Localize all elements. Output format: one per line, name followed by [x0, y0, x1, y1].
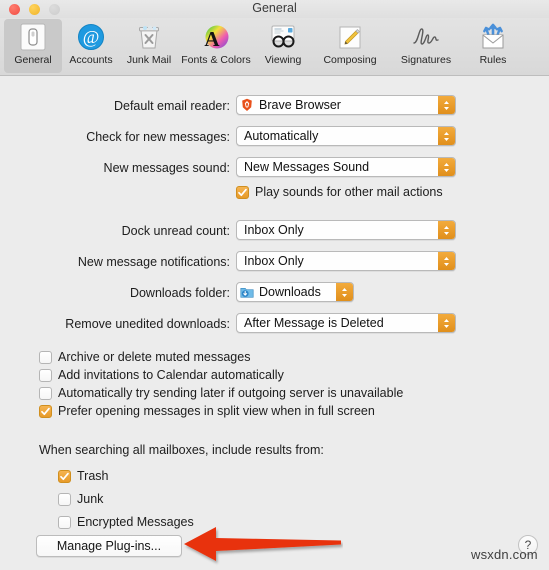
- signatures-icon: [409, 22, 443, 52]
- dock-unread-count-value: Inbox Only: [244, 223, 304, 237]
- toolbar-item-junk-mail[interactable]: Junk Mail: [120, 19, 178, 73]
- toolbar-item-general-label: General: [14, 54, 52, 66]
- accounts-at-icon: @: [74, 22, 108, 52]
- composing-icon: [333, 22, 367, 52]
- play-sounds-checkbox[interactable]: [236, 185, 249, 199]
- option-split-view-checkbox[interactable]: [39, 404, 52, 418]
- toolbar-item-accounts-label: Accounts: [69, 54, 113, 66]
- toolbar-item-fonts-colors[interactable]: A Fonts & Colors: [178, 19, 254, 73]
- play-sounds-label: Play sounds for other mail actions: [255, 185, 443, 199]
- junk-mail-icon: [132, 22, 166, 52]
- downloads-folder-icon: [240, 286, 254, 299]
- default-email-reader-select[interactable]: Brave Browser: [236, 95, 456, 115]
- new-message-notifications-value: Inbox Only: [244, 254, 304, 268]
- row-check-new-messages: Check for new messages: Automatically: [0, 126, 549, 148]
- window-title: General: [252, 1, 297, 15]
- fonts-colors-icon: A: [199, 22, 233, 52]
- remove-unedited-downloads-value: After Message is Deleted: [244, 316, 384, 330]
- row-new-messages-sound: New messages sound: New Messages Sound: [0, 157, 549, 179]
- row-default-email-reader: Default email reader: Brave Browser: [0, 95, 549, 117]
- option-archive-muted-checkbox[interactable]: [39, 350, 52, 364]
- preferences-content: Default email reader: Brave Browser Chec…: [0, 76, 549, 570]
- preferences-toolbar: General @ Accounts Junk Mail A Fonts & C…: [0, 18, 549, 76]
- viewing-icon: [266, 22, 300, 52]
- new-message-notifications-select[interactable]: Inbox Only: [236, 251, 456, 271]
- search-junk-label: Junk: [77, 492, 104, 506]
- brave-browser-icon: [240, 98, 254, 112]
- chevron-updown-icon[interactable]: [438, 221, 455, 239]
- check-new-messages-value: Automatically: [244, 129, 319, 143]
- svg-text:A: A: [204, 27, 220, 51]
- row-remove-unedited-downloads: Remove unedited downloads: After Message…: [0, 313, 549, 335]
- downloads-folder-select[interactable]: Downloads: [236, 282, 354, 302]
- remove-unedited-downloads-label: Remove unedited downloads:: [65, 317, 230, 331]
- chevron-updown-icon[interactable]: [438, 158, 455, 176]
- search-trash-checkbox[interactable]: [58, 469, 71, 483]
- toolbar-item-viewing-label: Viewing: [264, 54, 302, 66]
- row-downloads-folder: Downloads folder: Downloads: [0, 282, 549, 304]
- default-email-reader-value: Brave Browser: [259, 98, 341, 112]
- toolbar-item-fonts-colors-label: Fonts & Colors: [181, 54, 251, 66]
- toolbar-item-general[interactable]: General: [4, 19, 62, 73]
- option-add-invitations-label: Add invitations to Calendar automaticall…: [58, 368, 284, 382]
- preferences-window: General General @ Accounts Junk Mail A F…: [0, 0, 549, 570]
- option-archive-muted-row[interactable]: Archive or delete muted messages: [39, 348, 250, 366]
- search-encrypted-checkbox[interactable]: [58, 515, 71, 529]
- check-new-messages-label: Check for new messages:: [86, 130, 230, 144]
- toolbar-item-signatures[interactable]: Signatures: [388, 19, 464, 73]
- dock-unread-count-select[interactable]: Inbox Only: [236, 220, 456, 240]
- search-encrypted-label: Encrypted Messages: [77, 515, 194, 529]
- toolbar-item-composing[interactable]: Composing: [312, 19, 388, 73]
- search-encrypted-row[interactable]: Encrypted Messages: [58, 513, 194, 531]
- search-trash-row[interactable]: Trash: [58, 467, 109, 485]
- general-icon: [16, 22, 50, 52]
- new-message-notifications-label: New message notifications:: [77, 255, 230, 269]
- default-email-reader-label: Default email reader:: [113, 99, 230, 113]
- option-add-invitations-checkbox[interactable]: [39, 368, 52, 382]
- option-archive-muted-label: Archive or delete muted messages: [58, 350, 251, 364]
- check-new-messages-select[interactable]: Automatically: [236, 126, 456, 146]
- new-messages-sound-select[interactable]: New Messages Sound: [236, 157, 456, 177]
- remove-unedited-downloads-select[interactable]: After Message is Deleted: [236, 313, 456, 333]
- row-new-message-notifications: New message notifications: Inbox Only: [0, 251, 549, 273]
- downloads-folder-label: Downloads folder:: [129, 286, 230, 300]
- play-sounds-checkbox-row[interactable]: Play sounds for other mail actions: [236, 183, 443, 201]
- svg-text:@: @: [83, 27, 100, 47]
- watermark: wsxdn.com: [471, 547, 538, 562]
- title-bar: General: [0, 0, 549, 18]
- chevron-updown-icon[interactable]: [438, 96, 455, 114]
- toolbar-item-rules-label: Rules: [479, 54, 507, 66]
- toolbar-item-accounts[interactable]: @ Accounts: [62, 19, 120, 73]
- rules-icon: [476, 22, 510, 52]
- toolbar-item-junk-mail-label: Junk Mail: [126, 54, 172, 66]
- search-section-heading: When searching all mailboxes, include re…: [39, 443, 324, 457]
- row-dock-unread-count: Dock unread count: Inbox Only: [0, 220, 549, 242]
- manage-plugins-button[interactable]: Manage Plug-ins...: [36, 535, 182, 557]
- new-messages-sound-label: New messages sound:: [103, 161, 230, 175]
- option-try-sending-later-checkbox[interactable]: [39, 386, 52, 400]
- option-split-view-label: Prefer opening messages in split view wh…: [58, 404, 375, 418]
- search-trash-label: Trash: [77, 469, 109, 483]
- chevron-updown-icon[interactable]: [438, 127, 455, 145]
- toolbar-item-viewing[interactable]: Viewing: [254, 19, 312, 73]
- chevron-updown-icon[interactable]: [438, 314, 455, 332]
- search-junk-row[interactable]: Junk: [58, 490, 103, 508]
- option-try-sending-later-row[interactable]: Automatically try sending later if outgo…: [39, 384, 403, 402]
- toolbar-item-composing-label: Composing: [323, 54, 377, 66]
- dock-unread-count-label: Dock unread count:: [121, 224, 230, 238]
- toolbar-item-signatures-label: Signatures: [400, 54, 452, 66]
- option-add-invitations-row[interactable]: Add invitations to Calendar automaticall…: [39, 366, 284, 384]
- chevron-updown-icon[interactable]: [438, 252, 455, 270]
- toolbar-item-rules[interactable]: Rules: [464, 19, 522, 73]
- downloads-folder-value: Downloads: [259, 285, 321, 299]
- option-try-sending-later-label: Automatically try sending later if outgo…: [58, 386, 404, 400]
- search-junk-checkbox[interactable]: [58, 492, 71, 506]
- option-split-view-row[interactable]: Prefer opening messages in split view wh…: [39, 402, 375, 420]
- chevron-updown-icon[interactable]: [336, 283, 353, 301]
- new-messages-sound-value: New Messages Sound: [244, 160, 370, 174]
